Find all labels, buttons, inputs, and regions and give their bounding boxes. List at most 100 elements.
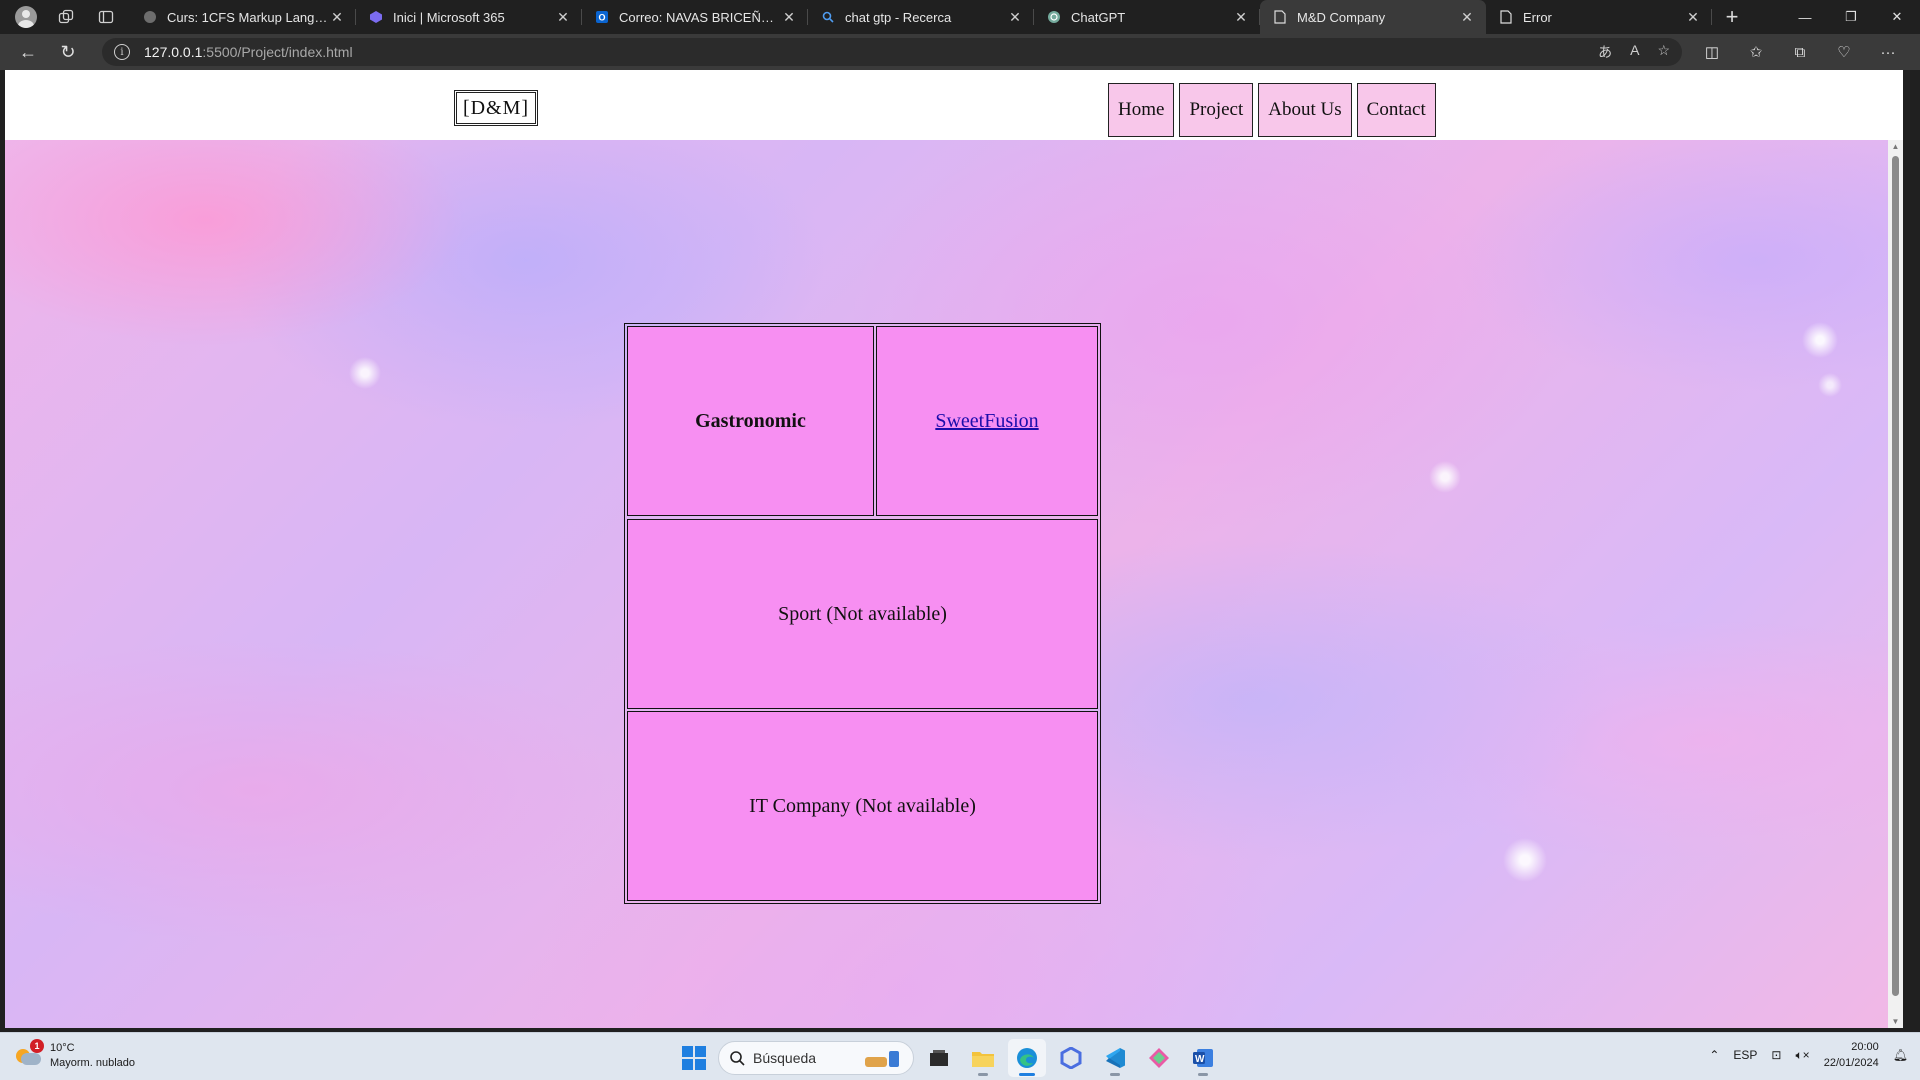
close-tab-icon[interactable]: ✕ [1458, 9, 1476, 26]
url-path: :5500/Project/index.html [202, 44, 353, 60]
edge-icon [1017, 1048, 1037, 1068]
site-header: [D&M] Home Project About Us Contact [5, 70, 1903, 140]
nav-project[interactable]: Project [1179, 83, 1254, 137]
tab-md-company[interactable]: M&D Company ✕ [1260, 0, 1486, 34]
tab-title: ChatGPT [1071, 9, 1126, 25]
page-scrollbar[interactable]: ▲ ▼ [1888, 140, 1903, 1028]
galaxy-background: Gastronomic SweetFusion Sport (Not avail… [5, 140, 1888, 1028]
sweetfusion-link[interactable]: SweetFusion [935, 410, 1038, 433]
close-tab-icon[interactable]: ✕ [1006, 9, 1024, 26]
nav-home[interactable]: Home [1108, 83, 1175, 137]
site-logo[interactable]: [D&M] [454, 90, 538, 126]
tab-title: chat gtp - Recerca [845, 9, 952, 25]
word-app[interactable]: W [1184, 1039, 1222, 1077]
chatgpt-icon [1046, 9, 1062, 25]
workspaces-icon [58, 9, 74, 24]
profile-button[interactable] [8, 2, 44, 32]
tab-correo[interactable]: O Correo: NAVAS BRICEÑO, ADR ✕ [582, 0, 808, 34]
translate-icon[interactable]: あ [1598, 42, 1612, 62]
nav-about-us[interactable]: About Us [1258, 83, 1352, 137]
heart-pulse-icon: ♡ [1837, 44, 1851, 61]
tab-chat-gtp-search[interactable]: chat gtp - Recerca ✕ [808, 0, 1034, 34]
collections-button[interactable]: ⧉ [1778, 36, 1822, 68]
tab-curs[interactable]: Curs: 1CFS Markup Language ✕ [130, 0, 356, 34]
language-indicator[interactable]: ESP [1733, 1048, 1757, 1062]
clock-time: 20:00 [1851, 1041, 1879, 1053]
weather-desc: Mayorm. nublado [50, 1057, 135, 1069]
close-tab-icon[interactable]: ✕ [780, 9, 798, 26]
scroll-up-icon[interactable]: ▲ [1891, 142, 1900, 151]
task-view-icon [930, 1050, 948, 1066]
svg-text:W: W [1195, 1054, 1205, 1065]
notifications-bell-icon[interactable]: 🔔︎ [1893, 1048, 1908, 1062]
restore-button[interactable]: ❐ [1828, 0, 1874, 34]
tab-strip-left-controls [0, 0, 124, 34]
scroll-down-icon[interactable]: ▼ [1891, 1017, 1900, 1026]
more-icon: ··· [1880, 43, 1896, 61]
taskbar-clock[interactable]: 20:00 22/01/2024 [1824, 1039, 1879, 1071]
svg-text:O: O [599, 13, 606, 23]
edge-app[interactable] [1008, 1039, 1046, 1077]
weather-alert-badge: 1 [30, 1039, 44, 1053]
restore-icon: ❐ [1845, 9, 1857, 24]
project-table: Gastronomic SweetFusion Sport (Not avail… [624, 323, 1101, 904]
close-tab-icon[interactable]: ✕ [554, 9, 572, 26]
moodle-icon [142, 9, 158, 25]
settings-menu-button[interactable]: ··· [1866, 36, 1910, 68]
gemini-app[interactable] [1140, 1039, 1178, 1077]
tab-error[interactable]: Error ✕ [1486, 0, 1712, 34]
split-screen-button[interactable]: ◫ [1690, 36, 1734, 68]
close-tab-icon[interactable]: ✕ [1684, 9, 1702, 26]
address-bar[interactable]: i 127.0.0.1:5500/Project/index.html あ A … [102, 38, 1682, 66]
workspaces-button[interactable] [48, 2, 84, 32]
tab-title: Curs: 1CFS Markup Language [167, 9, 328, 25]
tab-actions-button[interactable] [88, 2, 124, 32]
cell-sweetfusion: SweetFusion [876, 326, 1098, 516]
folder-icon [972, 1052, 994, 1067]
page-viewport: [D&M] Home Project About Us Contact Gast… [5, 70, 1903, 1028]
tab-microsoft-365[interactable]: Inici | Microsoft 365 ✕ [356, 0, 582, 34]
refresh-icon: ↻ [60, 41, 76, 62]
back-button[interactable]: ← [8, 36, 48, 68]
scrollbar-thumb[interactable] [1892, 156, 1899, 996]
volume-muted-icon[interactable]: 🔈︎× [1795, 1048, 1809, 1063]
weather-widget[interactable]: 1 10°C Mayorm. nublado [16, 1039, 135, 1071]
windows-start-icon[interactable] [676, 1040, 712, 1076]
m365-icon [368, 9, 384, 25]
taskbar-search-box[interactable]: Búsqueda [718, 1041, 914, 1075]
site-info-icon[interactable]: i [114, 44, 130, 60]
show-hidden-icons-chevron-icon[interactable]: ⌃ [1709, 1048, 1719, 1062]
network-icon[interactable]: ⊡ [1771, 1048, 1781, 1062]
favorites-icon: ✩ [1749, 44, 1763, 61]
tab-chatgpt[interactable]: ChatGPT ✕ [1034, 0, 1260, 34]
windows-taskbar: 1 10°C Mayorm. nublado Búsqueda W ⌃ ESP … [0, 1032, 1920, 1080]
favorite-star-icon[interactable]: ☆ [1657, 42, 1670, 62]
close-tab-icon[interactable]: ✕ [328, 9, 346, 26]
taskbar-apps: Búsqueda W [676, 1039, 1222, 1077]
browser-tab-strip: Curs: 1CFS Markup Language ✕ Inici | Mic… [0, 0, 1920, 34]
minimize-button[interactable]: — [1782, 0, 1828, 34]
nav-contact[interactable]: Contact [1356, 83, 1436, 137]
tab-title: Correo: NAVAS BRICEÑO, ADR [619, 9, 780, 25]
close-window-button[interactable]: ✕ [1874, 0, 1920, 34]
back-arrow-icon: ← [19, 41, 37, 62]
vscode-app[interactable] [1096, 1039, 1134, 1077]
read-aloud-icon[interactable]: A [1630, 42, 1639, 62]
m365-app[interactable] [1052, 1039, 1090, 1077]
browser-essentials-button[interactable]: ♡ [1822, 36, 1866, 68]
close-tab-icon[interactable]: ✕ [1232, 9, 1250, 26]
weather-temp: 10°C [50, 1042, 75, 1054]
url-host: 127.0.0.1 [144, 44, 203, 60]
system-tray: ⌃ ESP ⊡ 🔈︎× 20:00 22/01/2024 🔔︎ [1709, 1039, 1908, 1071]
task-view-button[interactable] [920, 1039, 958, 1077]
new-tab-button[interactable]: + [1714, 0, 1750, 34]
file-explorer-app[interactable] [964, 1039, 1002, 1077]
gastronomic-label: Gastronomic [695, 409, 806, 432]
vscode-icon [1106, 1048, 1125, 1068]
search-highlight-icon [865, 1051, 899, 1067]
address-toolbar: ← ↻ i 127.0.0.1:5500/Project/index.html … [0, 34, 1920, 70]
tab-list: Curs: 1CFS Markup Language ✕ Inici | Mic… [130, 0, 1712, 34]
favorites-button[interactable]: ✩ [1734, 36, 1778, 68]
refresh-button[interactable]: ↻ [48, 36, 88, 68]
m365-hexagon-icon [1060, 1047, 1082, 1069]
